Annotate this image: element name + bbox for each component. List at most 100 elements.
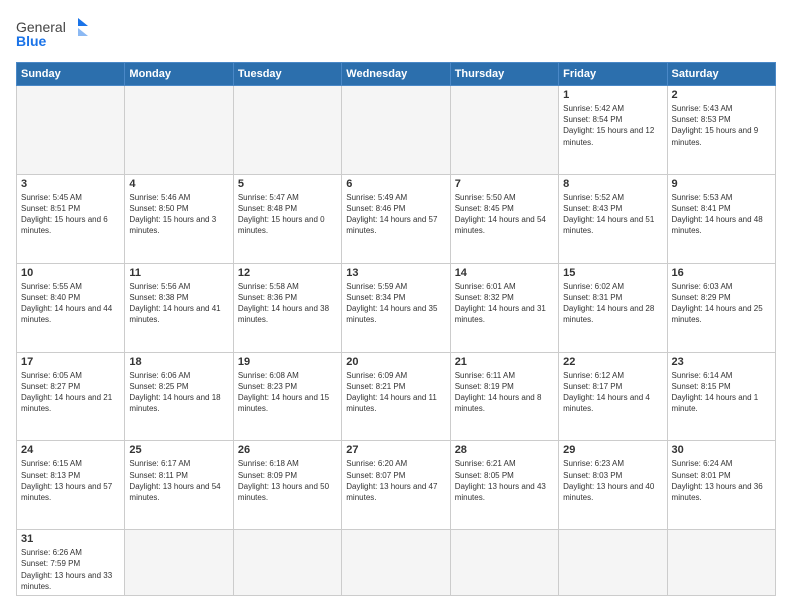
day-cell: 18Sunrise: 6:06 AM Sunset: 8:25 PM Dayli… <box>125 352 233 441</box>
day-number: 16 <box>672 267 771 279</box>
day-number: 21 <box>455 356 554 368</box>
day-cell <box>450 530 558 596</box>
weekday-tuesday: Tuesday <box>233 63 341 86</box>
day-number: 27 <box>346 444 445 456</box>
calendar: SundayMondayTuesdayWednesdayThursdayFrid… <box>16 62 776 596</box>
day-cell: 8 Sunrise: 5:52 AM Sunset: 8:43 PM Daylig… <box>559 174 667 263</box>
day-cell <box>233 86 341 175</box>
day-number: 2 <box>672 89 771 101</box>
day-info: Sunrise: 5:49 AM Sunset: 8:46 PM Dayligh… <box>346 192 445 237</box>
day-cell <box>125 530 233 596</box>
day-info: Sunrise: 6:09 AM Sunset: 8:21 PM Dayligh… <box>346 370 445 415</box>
day-cell: 30 Sunrise: 6:24 AM Sunset: 8:01 PM Dayli… <box>667 441 775 530</box>
day-cell <box>125 86 233 175</box>
day-info: Sunrise: 6:18 AM Sunset: 8:09 PM Dayligh… <box>238 458 337 503</box>
day-cell: 24 Sunrise: 6:15 AM Sunset: 8:13 PM Dayli… <box>17 441 125 530</box>
day-info: Sunrise: 6:11 AM Sunset: 8:19 PM Dayligh… <box>455 370 554 415</box>
day-info: Sunrise: 5:52 AM Sunset: 8:43 PM Dayligh… <box>563 192 662 237</box>
day-cell: 11 Sunrise: 5:56 AM Sunset: 8:38 PM Dayli… <box>125 263 233 352</box>
day-number: 25 <box>129 444 228 456</box>
day-number: 28 <box>455 444 554 456</box>
day-cell: 10 Sunrise: 5:55 AM Sunset: 8:40 PM Dayli… <box>17 263 125 352</box>
weekday-row: SundayMondayTuesdayWednesdayThursdayFrid… <box>17 63 776 86</box>
day-cell: 23 Sunrise: 6:14 AM Sunset: 8:15 PM Dayli… <box>667 352 775 441</box>
day-cell: 28Sunrise: 6:21 AM Sunset: 8:05 PM Dayli… <box>450 441 558 530</box>
day-info: Sunrise: 6:20 AM Sunset: 8:07 PM Dayligh… <box>346 458 445 503</box>
day-number: 8 <box>563 178 662 190</box>
day-info: Sunrise: 6:26 AM Sunset: 7:59 PM Dayligh… <box>21 547 120 592</box>
day-number: 6 <box>346 178 445 190</box>
day-cell: 4Sunrise: 5:46 AM Sunset: 8:50 PM Daylig… <box>125 174 233 263</box>
weekday-sunday: Sunday <box>17 63 125 86</box>
day-cell <box>17 86 125 175</box>
day-cell: 26Sunrise: 6:18 AM Sunset: 8:09 PM Dayli… <box>233 441 341 530</box>
day-info: Sunrise: 5:47 AM Sunset: 8:48 PM Dayligh… <box>238 192 337 237</box>
day-cell: 3 Sunrise: 5:45 AM Sunset: 8:51 PM Daylig… <box>17 174 125 263</box>
day-cell: 14Sunrise: 6:01 AM Sunset: 8:32 PM Dayli… <box>450 263 558 352</box>
day-number: 11 <box>129 267 228 279</box>
day-cell: 16 Sunrise: 6:03 AM Sunset: 8:29 PM Dayli… <box>667 263 775 352</box>
day-info: Sunrise: 5:53 AM Sunset: 8:41 PM Dayligh… <box>672 192 771 237</box>
day-info: Sunrise: 5:43 AM Sunset: 8:53 PM Dayligh… <box>672 103 771 148</box>
day-info: Sunrise: 5:58 AM Sunset: 8:36 PM Dayligh… <box>238 281 337 326</box>
day-cell: 7 Sunrise: 5:50 AM Sunset: 8:45 PM Daylig… <box>450 174 558 263</box>
day-number: 5 <box>238 178 337 190</box>
day-cell: 9Sunrise: 5:53 AM Sunset: 8:41 PM Daylig… <box>667 174 775 263</box>
day-cell <box>559 530 667 596</box>
day-number: 10 <box>21 267 120 279</box>
week-row-4: 17Sunrise: 6:05 AM Sunset: 8:27 PM Dayli… <box>17 352 776 441</box>
day-number: 31 <box>21 533 120 545</box>
day-info: Sunrise: 5:46 AM Sunset: 8:50 PM Dayligh… <box>129 192 228 237</box>
day-info: Sunrise: 6:05 AM Sunset: 8:27 PM Dayligh… <box>21 370 120 415</box>
logo-svg: GeneralBlue <box>16 16 96 52</box>
day-cell: 2 Sunrise: 5:43 AM Sunset: 8:53 PM Daylig… <box>667 86 775 175</box>
day-info: Sunrise: 6:17 AM Sunset: 8:11 PM Dayligh… <box>129 458 228 503</box>
day-info: Sunrise: 6:14 AM Sunset: 8:15 PM Dayligh… <box>672 370 771 415</box>
day-info: Sunrise: 5:45 AM Sunset: 8:51 PM Dayligh… <box>21 192 120 237</box>
day-info: Sunrise: 5:50 AM Sunset: 8:45 PM Dayligh… <box>455 192 554 237</box>
day-number: 19 <box>238 356 337 368</box>
day-info: Sunrise: 5:59 AM Sunset: 8:34 PM Dayligh… <box>346 281 445 326</box>
day-number: 12 <box>238 267 337 279</box>
day-number: 23 <box>672 356 771 368</box>
day-info: Sunrise: 5:56 AM Sunset: 8:38 PM Dayligh… <box>129 281 228 326</box>
day-number: 1 <box>563 89 662 101</box>
day-number: 24 <box>21 444 120 456</box>
day-cell: 19Sunrise: 6:08 AM Sunset: 8:23 PM Dayli… <box>233 352 341 441</box>
day-info: Sunrise: 6:01 AM Sunset: 8:32 PM Dayligh… <box>455 281 554 326</box>
day-cell <box>450 86 558 175</box>
day-cell: 13Sunrise: 5:59 AM Sunset: 8:34 PM Dayli… <box>342 263 450 352</box>
day-cell: 1Sunrise: 5:42 AM Sunset: 8:54 PM Daylig… <box>559 86 667 175</box>
day-cell <box>667 530 775 596</box>
day-cell: 20 Sunrise: 6:09 AM Sunset: 8:21 PM Dayli… <box>342 352 450 441</box>
day-info: Sunrise: 6:15 AM Sunset: 8:13 PM Dayligh… <box>21 458 120 503</box>
day-info: Sunrise: 5:55 AM Sunset: 8:40 PM Dayligh… <box>21 281 120 326</box>
week-row-2: 3 Sunrise: 5:45 AM Sunset: 8:51 PM Daylig… <box>17 174 776 263</box>
day-number: 3 <box>21 178 120 190</box>
day-cell <box>233 530 341 596</box>
day-cell: 17Sunrise: 6:05 AM Sunset: 8:27 PM Dayli… <box>17 352 125 441</box>
header: GeneralBlue <box>16 16 776 52</box>
day-number: 30 <box>672 444 771 456</box>
day-cell <box>342 86 450 175</box>
day-cell: 6 Sunrise: 5:49 AM Sunset: 8:46 PM Daylig… <box>342 174 450 263</box>
day-number: 20 <box>346 356 445 368</box>
day-cell: 25 Sunrise: 6:17 AM Sunset: 8:11 PM Dayli… <box>125 441 233 530</box>
weekday-wednesday: Wednesday <box>342 63 450 86</box>
day-cell: 27 Sunrise: 6:20 AM Sunset: 8:07 PM Dayli… <box>342 441 450 530</box>
day-number: 29 <box>563 444 662 456</box>
weekday-monday: Monday <box>125 63 233 86</box>
week-row-3: 10 Sunrise: 5:55 AM Sunset: 8:40 PM Dayli… <box>17 263 776 352</box>
day-cell: 21 Sunrise: 6:11 AM Sunset: 8:19 PM Dayli… <box>450 352 558 441</box>
week-row-5: 24 Sunrise: 6:15 AM Sunset: 8:13 PM Dayli… <box>17 441 776 530</box>
day-cell: 5 Sunrise: 5:47 AM Sunset: 8:48 PM Daylig… <box>233 174 341 263</box>
day-cell: 29Sunrise: 6:23 AM Sunset: 8:03 PM Dayli… <box>559 441 667 530</box>
day-info: Sunrise: 6:24 AM Sunset: 8:01 PM Dayligh… <box>672 458 771 503</box>
day-cell: 12 Sunrise: 5:58 AM Sunset: 8:36 PM Dayli… <box>233 263 341 352</box>
day-info: Sunrise: 6:03 AM Sunset: 8:29 PM Dayligh… <box>672 281 771 326</box>
day-info: Sunrise: 6:02 AM Sunset: 8:31 PM Dayligh… <box>563 281 662 326</box>
day-number: 18 <box>129 356 228 368</box>
calendar-body: 1Sunrise: 5:42 AM Sunset: 8:54 PM Daylig… <box>17 86 776 596</box>
page: GeneralBlue SundayMondayTuesdayWednesday… <box>0 0 792 612</box>
day-number: 7 <box>455 178 554 190</box>
